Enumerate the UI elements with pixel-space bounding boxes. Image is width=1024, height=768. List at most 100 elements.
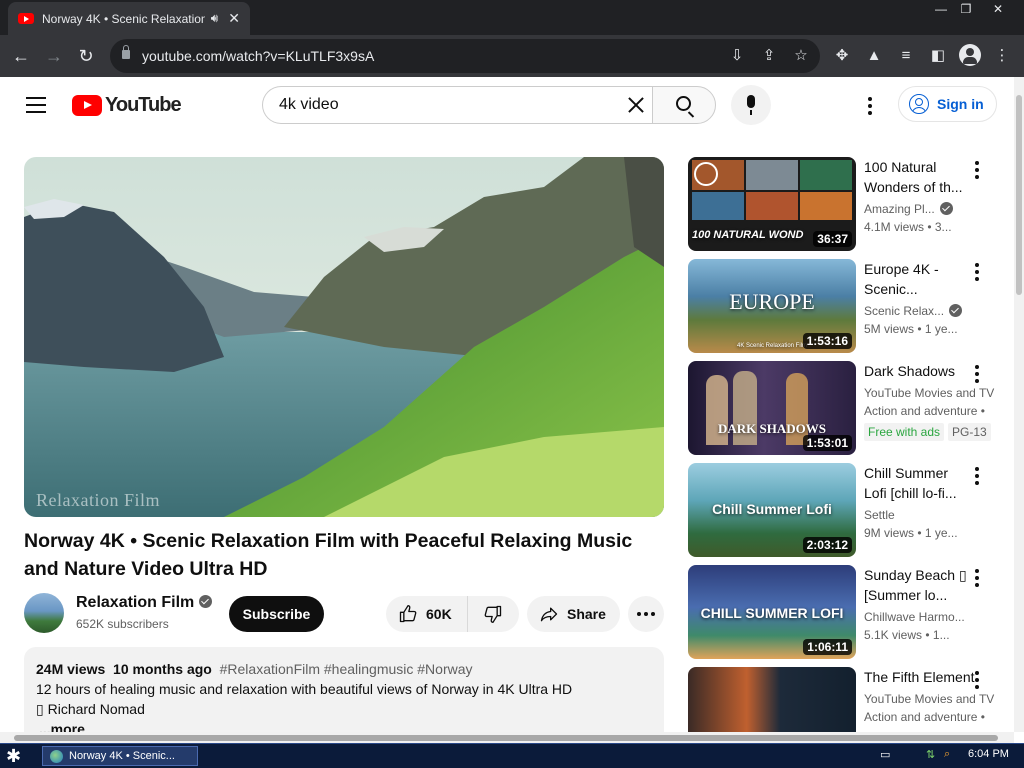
- voice-search-button[interactable]: [731, 85, 771, 125]
- horizontal-scroll-thumb[interactable]: [14, 735, 998, 741]
- chrome-menu-icon[interactable]: ⋮: [990, 44, 1014, 68]
- recommendation-channel[interactable]: Settle: [864, 506, 1000, 524]
- recommendation-channel[interactable]: YouTube Movies and TV: [864, 384, 1000, 402]
- subscribe-button[interactable]: Subscribe: [229, 596, 324, 632]
- search-input[interactable]: 4k video: [262, 86, 652, 124]
- channel-name[interactable]: Relaxation Film: [76, 594, 194, 611]
- search-tray-icon[interactable]: ⌕: [944, 748, 950, 761]
- url-text[interactable]: youtube.com/watch?v=KLuTLF3x9sA: [142, 39, 374, 73]
- browser-titlebar: Norway 4K • Scenic Relaxation 🔊︎ ✕ — ❐ ✕: [0, 0, 1024, 35]
- search-button[interactable]: [652, 86, 716, 124]
- description-line-2: ▯ Richard Nomad: [36, 701, 145, 717]
- recommendation-item[interactable]: The Fifth Element YouTube Movies and TV …: [688, 667, 1008, 732]
- recommendation-channel[interactable]: Scenic Relax...: [864, 304, 944, 318]
- tab-title: Norway 4K • Scenic Relaxation: [42, 11, 205, 26]
- recommendation-item[interactable]: DARK SHADOWS 1:53:01 Dark Shadows YouTub…: [688, 361, 1008, 455]
- recommendation-title[interactable]: Sunday Beach ▯ [Summer lo...: [864, 565, 970, 605]
- close-tab-icon[interactable]: ✕: [228, 10, 240, 27]
- clock[interactable]: 6:04 PM: [968, 748, 1009, 760]
- install-app-icon[interactable]: ⇩: [728, 47, 746, 65]
- recommendation-title[interactable]: 100 Natural Wonders of th...: [864, 157, 970, 197]
- restore-window-icon[interactable]: ❐: [951, 0, 981, 18]
- extensions-puzzle-icon[interactable]: ✥: [830, 44, 854, 68]
- recommendation-menu-icon[interactable]: [975, 569, 979, 587]
- like-count: 60K: [426, 606, 452, 622]
- share-page-icon[interactable]: ⇪: [760, 47, 778, 65]
- keyboard-tray-icon[interactable]: ▭: [880, 748, 890, 761]
- recommendation-stats: 4.1M views • 3...: [864, 220, 952, 234]
- share-button[interactable]: Share: [527, 596, 620, 632]
- close-window-icon[interactable]: ✕: [983, 0, 1013, 18]
- reload-icon[interactable]: ↻: [73, 43, 99, 69]
- recommendation-menu-icon[interactable]: [975, 671, 979, 689]
- address-bar[interactable]: youtube.com/watch?v=KLuTLF3x9sA ⇩ ⇪ ☆: [110, 39, 820, 73]
- forward-arrow-icon[interactable]: →: [41, 43, 67, 69]
- clear-search-icon[interactable]: [626, 95, 646, 115]
- recommendation-menu-icon[interactable]: [975, 161, 979, 179]
- recommendation-title[interactable]: The Fifth Element: [864, 667, 979, 687]
- profile-avatar-icon[interactable]: [959, 44, 981, 66]
- description-meta-line: 24M views 10 months ago #RelaxationFilm …: [36, 659, 652, 679]
- labs-flask-icon[interactable]: ▲: [862, 44, 886, 68]
- side-panel-icon[interactable]: ◧: [926, 44, 950, 68]
- recommendation-channel[interactable]: Chillwave Harmo...: [864, 608, 1000, 626]
- description-line-1: 12 hours of healing music and relaxation…: [36, 681, 573, 697]
- vertical-scrollbar[interactable]: [1014, 77, 1024, 732]
- video-frame-landscape: [24, 157, 664, 517]
- taskbar-browser-item[interactable]: Norway 4K • Scenic...: [42, 746, 198, 766]
- like-button[interactable]: 60K: [386, 596, 468, 632]
- recommendation-channel[interactable]: YouTube Movies and TV: [864, 690, 1000, 708]
- search-query-text[interactable]: 4k video: [279, 87, 339, 123]
- recommendation-menu-icon[interactable]: [975, 263, 979, 281]
- recommendation-thumbnail[interactable]: 100 NATURAL WOND 36:37: [688, 157, 856, 251]
- video-player[interactable]: Relaxation Film: [24, 157, 664, 517]
- verified-check-icon: [199, 595, 213, 609]
- sign-in-button[interactable]: Sign in: [898, 86, 997, 122]
- youtube-play-logo-icon: [72, 94, 102, 116]
- duration-badge: 36:37: [813, 231, 852, 247]
- hashtags[interactable]: #RelaxationFilm #healingmusic #Norway: [220, 661, 473, 677]
- duration-badge: 2:03:12: [802, 537, 852, 553]
- recommendation-stats: 5.1K views • 1...: [864, 628, 950, 642]
- recommendation-thumbnail[interactable]: Chill Summer Lofi 2:03:12: [688, 463, 856, 557]
- recommendation-channel[interactable]: Amazing Pl...: [864, 202, 935, 216]
- bookmark-star-icon[interactable]: ☆: [792, 47, 810, 65]
- browser-toolbar: ← → ↻ youtube.com/watch?v=KLuTLF3x9sA ⇩ …: [0, 35, 1024, 77]
- recommendation-thumbnail[interactable]: [688, 667, 856, 732]
- speaker-icon[interactable]: 🔊︎: [211, 11, 219, 26]
- horizontal-scrollbar[interactable]: [0, 732, 1014, 743]
- channel-name-row[interactable]: Relaxation Film: [76, 594, 213, 612]
- recommendation-item[interactable]: 100 NATURAL WOND 36:37 100 Natural Wonde…: [688, 157, 1008, 251]
- back-arrow-icon[interactable]: ←: [8, 43, 34, 69]
- recommendation-title[interactable]: Dark Shadows: [864, 361, 974, 381]
- recommendation-title[interactable]: Chill Summer Lofi [chill lo-fi...: [864, 463, 970, 503]
- network-tray-icon[interactable]: ⇅: [926, 748, 935, 761]
- recommendation-thumbnail[interactable]: EUROPE 4K Scenic Relaxation Film 1:53:16: [688, 259, 856, 353]
- media-queue-icon[interactable]: ≡: [894, 44, 918, 68]
- vertical-scroll-thumb[interactable]: [1016, 95, 1022, 295]
- youtube-wordmark: YouTube: [105, 93, 182, 116]
- recommendation-stats: 5M views • 1 ye...: [864, 322, 958, 336]
- recommendation-thumbnail[interactable]: DARK SHADOWS 1:53:01: [688, 361, 856, 455]
- taskbar-item-label: Norway 4K • Scenic...: [69, 750, 175, 762]
- subscriber-count: 652K subscribers: [76, 617, 169, 631]
- channel-avatar[interactable]: [24, 593, 64, 633]
- recommendation-badges: Free with ads PG-13: [864, 423, 1000, 441]
- youtube-logo[interactable]: YouTube: [72, 93, 182, 116]
- recommendation-thumbnail[interactable]: CHILL SUMMER LOFI 1:06:11: [688, 565, 856, 659]
- settings-more-icon[interactable]: [868, 97, 872, 115]
- recommendation-item[interactable]: CHILL SUMMER LOFI 1:06:11 Sunday Beach ▯…: [688, 565, 1008, 659]
- recommendation-menu-icon[interactable]: [975, 365, 979, 383]
- recommendation-menu-icon[interactable]: [975, 467, 979, 485]
- browser-tab[interactable]: Norway 4K • Scenic Relaxation 🔊︎ ✕: [8, 2, 250, 35]
- menu-hamburger-icon[interactable]: [26, 97, 46, 113]
- recommendation-item[interactable]: Chill Summer Lofi 2:03:12 Chill Summer L…: [688, 463, 1008, 557]
- start-menu-icon[interactable]: ✱: [6, 746, 21, 767]
- recommendation-genre: Action and adventure •: [864, 404, 985, 418]
- more-actions-button[interactable]: [628, 596, 664, 632]
- free-with-ads-badge: Free with ads: [864, 423, 945, 441]
- recommendation-item[interactable]: EUROPE 4K Scenic Relaxation Film 1:53:16…: [688, 259, 1008, 353]
- recommendation-title[interactable]: Europe 4K - Scenic...: [864, 259, 970, 299]
- search-icon: [676, 96, 691, 111]
- dislike-button[interactable]: [468, 596, 518, 632]
